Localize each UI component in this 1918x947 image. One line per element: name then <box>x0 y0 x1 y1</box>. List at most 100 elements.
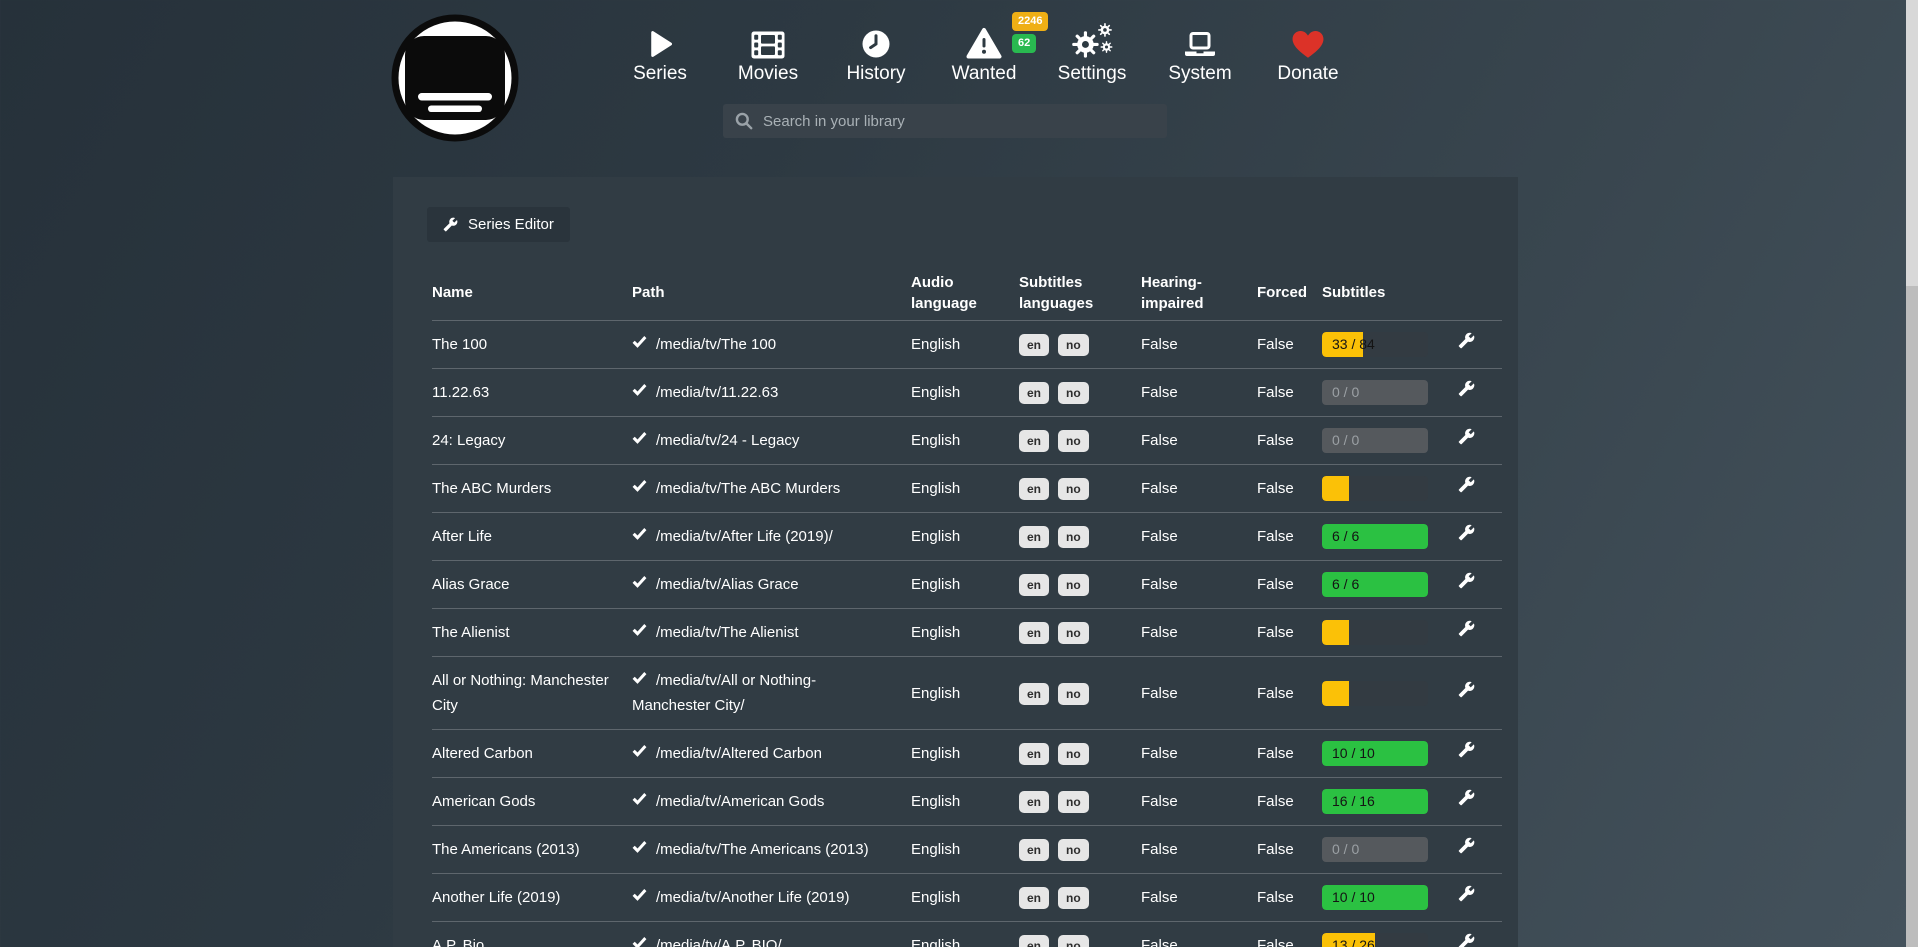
col-header-hearing: Hearing-impaired <box>1141 272 1257 314</box>
bazarr-logo[interactable] <box>391 14 519 142</box>
nav-item-history[interactable]: History <box>822 21 930 85</box>
series-name[interactable]: Another Life (2019) <box>432 885 632 910</box>
subtitles-progress-bar: 16 / 16 <box>1322 789 1428 814</box>
table-row: A.P. Bio /media/tv/A.P. BIO/ English enn… <box>432 921 1502 947</box>
hearing-impaired-value: False <box>1141 620 1257 645</box>
forced-value: False <box>1257 681 1322 706</box>
nav-item-series[interactable]: Series <box>606 21 714 85</box>
series-name[interactable]: After Life <box>432 524 632 549</box>
language-badge: en <box>1019 743 1049 765</box>
wrench-icon[interactable] <box>1458 428 1475 445</box>
row-actions-cell <box>1444 572 1502 597</box>
language-badge: no <box>1058 935 1089 947</box>
series-name[interactable]: 24: Legacy <box>432 428 632 453</box>
language-badge: no <box>1058 334 1089 356</box>
warning-icon <box>966 21 1002 59</box>
search-input[interactable] <box>763 113 1155 130</box>
wrench-icon <box>443 217 458 232</box>
col-header-forced: Forced <box>1257 282 1322 303</box>
nav-label: System <box>1168 63 1231 85</box>
subtitles-progress-bar <box>1322 620 1428 645</box>
subtitles-progress-label: 6 / 6 <box>1332 524 1359 549</box>
language-badge: no <box>1058 839 1089 861</box>
language-badge: en <box>1019 574 1049 596</box>
series-path: /media/tv/The Alienist <box>656 624 799 641</box>
nav-item-movies[interactable]: Movies <box>714 21 822 85</box>
subtitles-languages-cell: enno <box>1019 476 1141 501</box>
series-path: /media/tv/The ABC Murders <box>656 480 840 497</box>
nav-item-donate[interactable]: Donate <box>1254 21 1362 85</box>
hearing-impaired-value: False <box>1141 741 1257 766</box>
wrench-icon[interactable] <box>1458 885 1475 902</box>
series-name[interactable]: The ABC Murders <box>432 476 632 501</box>
forced-value: False <box>1257 620 1322 645</box>
nav-item-wanted[interactable]: Wanted 2246 62 <box>930 21 1038 85</box>
hearing-impaired-value: False <box>1141 428 1257 453</box>
series-name[interactable]: Altered Carbon <box>432 741 632 766</box>
subtitles-progress-cell: 0 / 0 <box>1322 380 1444 405</box>
table-row: Alias Grace /media/tv/Alias Grace Englis… <box>432 560 1502 608</box>
col-header-name: Name <box>432 282 632 303</box>
subtitles-progress-label: 33 / 84 <box>1332 332 1375 357</box>
nav-item-system[interactable]: System <box>1146 21 1254 85</box>
table-row: The 100 /media/tv/The 100 English enno F… <box>432 320 1502 368</box>
row-actions-cell <box>1444 620 1502 645</box>
language-badge: en <box>1019 526 1049 548</box>
series-editor-label: Series Editor <box>468 216 554 233</box>
audio-language-value: English <box>911 741 1019 766</box>
language-badge: no <box>1058 791 1089 813</box>
heart-icon <box>1292 21 1324 59</box>
laptop-icon <box>1183 21 1217 59</box>
series-path-cell: /media/tv/The Americans (2013) <box>632 837 911 862</box>
series-name[interactable]: The 100 <box>432 332 632 357</box>
check-icon <box>632 335 647 350</box>
series-name[interactable]: 11.22.63 <box>432 380 632 405</box>
gears-icon <box>1071 21 1113 59</box>
row-actions-cell <box>1444 380 1502 405</box>
wrench-icon[interactable] <box>1458 572 1475 589</box>
wrench-icon[interactable] <box>1458 789 1475 806</box>
nav-item-settings[interactable]: Settings <box>1038 21 1146 85</box>
hearing-impaired-value: False <box>1141 885 1257 910</box>
wrench-icon[interactable] <box>1458 837 1475 854</box>
hearing-impaired-value: False <box>1141 380 1257 405</box>
series-path-cell: /media/tv/The ABC Murders <box>632 476 911 501</box>
language-badge: en <box>1019 382 1049 404</box>
subtitles-progress-cell: 33 / 84 <box>1322 332 1444 357</box>
wrench-icon[interactable] <box>1458 620 1475 637</box>
series-path: /media/tv/The 100 <box>656 336 776 353</box>
subtitles-progress-cell: 13 / 26 <box>1322 933 1444 947</box>
language-badge: en <box>1019 622 1049 644</box>
series-path: /media/tv/After Life (2019)/ <box>656 528 833 545</box>
series-path-cell: /media/tv/American Gods <box>632 789 911 814</box>
series-name[interactable]: A.P. Bio <box>432 933 632 947</box>
check-icon <box>632 479 647 494</box>
series-name[interactable]: American Gods <box>432 789 632 814</box>
series-name[interactable]: The Americans (2013) <box>432 837 632 862</box>
series-name[interactable]: The Alienist <box>432 620 632 645</box>
wrench-icon[interactable] <box>1458 741 1475 758</box>
check-icon <box>632 792 647 807</box>
series-editor-button[interactable]: Series Editor <box>427 207 570 242</box>
forced-value: False <box>1257 476 1322 501</box>
wanted-secondary-badge: 62 <box>1012 34 1036 53</box>
scrollbar-thumb[interactable] <box>1906 0 1918 286</box>
row-actions-cell <box>1444 476 1502 501</box>
hearing-impaired-value: False <box>1141 524 1257 549</box>
subtitles-progress-cell: 10 / 10 <box>1322 885 1444 910</box>
wrench-icon[interactable] <box>1458 332 1475 349</box>
subtitles-progress-bar: 10 / 10 <box>1322 741 1428 766</box>
wrench-icon[interactable] <box>1458 933 1475 947</box>
subtitles-progress-bar: 0 / 0 <box>1322 428 1428 453</box>
audio-language-value: English <box>911 933 1019 947</box>
wrench-icon[interactable] <box>1458 476 1475 493</box>
language-badge: en <box>1019 478 1049 500</box>
series-name[interactable]: Alias Grace <box>432 572 632 597</box>
subtitles-progress-cell <box>1322 476 1444 501</box>
language-badge: en <box>1019 935 1049 947</box>
wrench-icon[interactable] <box>1458 524 1475 541</box>
wrench-icon[interactable] <box>1458 681 1475 698</box>
wrench-icon[interactable] <box>1458 380 1475 397</box>
subtitles-languages-cell: enno <box>1019 681 1141 706</box>
series-name[interactable]: All or Nothing: Manchester City <box>432 668 632 718</box>
